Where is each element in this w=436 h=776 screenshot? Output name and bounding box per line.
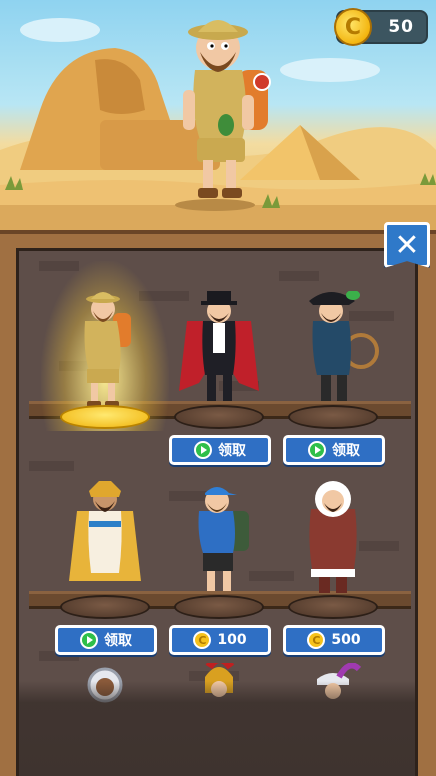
vampire-outfit-figure bbox=[179, 291, 259, 401]
buy-button-hiker[interactable]: C 100 bbox=[169, 625, 271, 655]
pedestal-equipped bbox=[60, 405, 150, 429]
claim-label: 领取 bbox=[104, 633, 132, 649]
close-icon: ✕ bbox=[394, 227, 420, 263]
hiker-outfit-figure bbox=[198, 487, 249, 591]
coin-icon: C bbox=[307, 631, 326, 649]
claim-ad-button-pharaoh[interactable]: 领取 bbox=[55, 625, 157, 655]
pedestal bbox=[60, 595, 150, 619]
price-label: 100 bbox=[217, 632, 247, 648]
buy-button-eskimo[interactable]: C 500 bbox=[283, 625, 385, 655]
play-ad-icon bbox=[80, 631, 98, 649]
wardrobe-shelves: 领取 领取 领取 C 100 C 500 bbox=[16, 248, 418, 776]
claim-label: 领取 bbox=[218, 443, 246, 459]
coin-amount: 50 bbox=[388, 17, 414, 37]
price-label: 500 bbox=[331, 632, 361, 648]
desert-scene: C 50 bbox=[0, 0, 436, 232]
play-ad-icon bbox=[194, 441, 212, 459]
pedestal bbox=[288, 405, 378, 429]
pedestal bbox=[174, 405, 264, 429]
claim-ad-button-vampire[interactable]: 领取 bbox=[169, 435, 271, 465]
wardrobe-panel: 领取 领取 领取 C 100 C 500 bbox=[0, 230, 436, 776]
pedestal bbox=[288, 595, 378, 619]
coin-balance: C 50 bbox=[334, 8, 428, 46]
pedestal bbox=[174, 595, 264, 619]
coin-icon: C bbox=[193, 631, 212, 649]
claim-ad-button-pirate[interactable]: 领取 bbox=[283, 435, 385, 465]
play-ad-icon bbox=[308, 441, 326, 459]
pharaoh-outfit-figure bbox=[69, 481, 141, 581]
scroll-fade bbox=[19, 681, 415, 776]
explorer-outfit-figure bbox=[84, 292, 131, 407]
claim-label: 领取 bbox=[332, 443, 360, 459]
coin-icon: C bbox=[334, 8, 372, 46]
eskimo-outfit-figure bbox=[309, 481, 357, 593]
pirate-outfit-figure bbox=[309, 291, 379, 401]
